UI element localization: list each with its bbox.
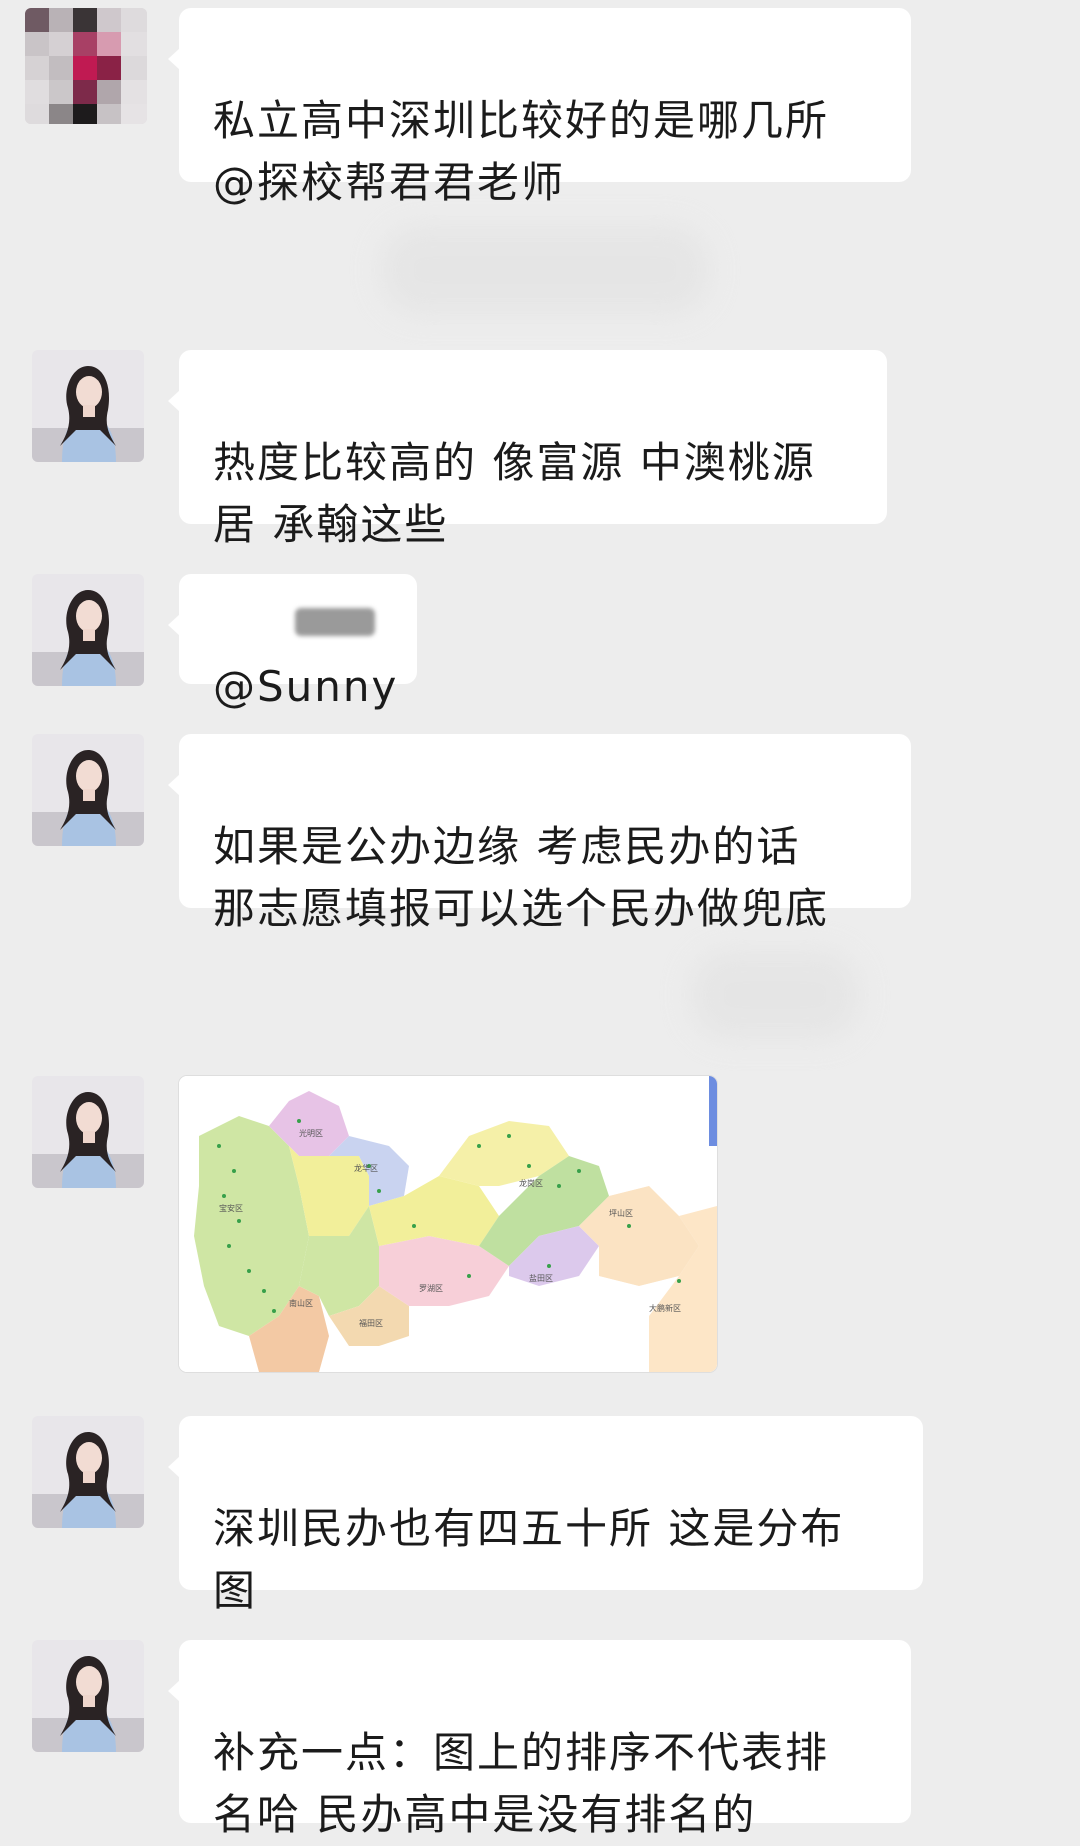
teacher-avatar-icon (32, 1640, 144, 1752)
background-blur (690, 950, 860, 1040)
image-message[interactable]: 光明区 宝安区 龙华区 龙岗区 南山区 福田区 罗湖区 盐田区 坪山区 大鹏新区 (179, 1076, 717, 1372)
message-bubble[interactable]: 补充一点：图上的排序不代表排 名哈 民办高中是没有排名的 (168, 1640, 911, 1839)
message-text: 深圳民办也有四五十所 这是分布 图 (213, 1504, 845, 1615)
map-label: 光明区 (299, 1128, 323, 1138)
teacher-avatar-icon (32, 1076, 144, 1188)
map-label: 罗湖区 (419, 1284, 443, 1293)
message-bubble[interactable]: 深圳民办也有四五十所 这是分布 图 (168, 1416, 923, 1615)
avatar[interactable] (32, 1416, 144, 1528)
map-label: 福田区 (359, 1319, 383, 1328)
avatar[interactable] (32, 734, 144, 846)
teacher-avatar-icon (32, 1416, 144, 1528)
message-bubble[interactable]: 如果是公办边缘 考虑民办的话 那志愿填报可以选个民办做兜底 (168, 734, 911, 933)
map-label: 龙岗区 (519, 1178, 543, 1188)
teacher-avatar-icon (32, 734, 144, 846)
map-label: 南山区 (289, 1298, 313, 1308)
message-text: 如果是公办边缘 考虑民办的话 那志愿填报可以选个民办做兜底 (213, 822, 830, 933)
avatar[interactable] (25, 8, 147, 124)
avatar[interactable] (32, 350, 144, 462)
avatar[interactable] (32, 1640, 144, 1752)
message-text: 私立高中深圳比较好的是哪几所 @探校帮君君老师 (213, 96, 830, 207)
map-label: 盐田区 (529, 1273, 553, 1283)
message-bubble[interactable]: 私立高中深圳比较好的是哪几所 @探校帮君君老师 (168, 8, 911, 207)
map-label: 龙华区 (354, 1163, 378, 1173)
message-text: 补充一点：图上的排序不代表排 名哈 民办高中是没有排名的 (213, 1728, 830, 1839)
message-bubble[interactable]: @Sunny (168, 574, 417, 711)
message-text: 热度比较高的 像富源 中澳桃源 居 承翰这些 (213, 438, 816, 549)
map-label: 大鹏新区 (649, 1303, 681, 1313)
avatar[interactable] (32, 1076, 144, 1188)
map-label: 宝安区 (219, 1203, 243, 1213)
map-label: 坪山区 (609, 1208, 633, 1218)
pixelated-avatar-icon (25, 8, 147, 124)
message-bubble[interactable]: 热度比较高的 像富源 中澳桃源 居 承翰这些 (168, 350, 887, 549)
teacher-avatar-icon (32, 574, 144, 686)
mention-text[interactable]: @Sunny (213, 662, 398, 711)
shenzhen-district-map: 光明区 宝安区 龙华区 龙岗区 南山区 福田区 罗湖区 盐田区 坪山区 大鹏新区 (179, 1076, 717, 1372)
avatar[interactable] (32, 574, 144, 686)
teacher-avatar-icon (32, 350, 144, 462)
redaction-blur (295, 608, 375, 636)
background-blur (380, 225, 710, 315)
